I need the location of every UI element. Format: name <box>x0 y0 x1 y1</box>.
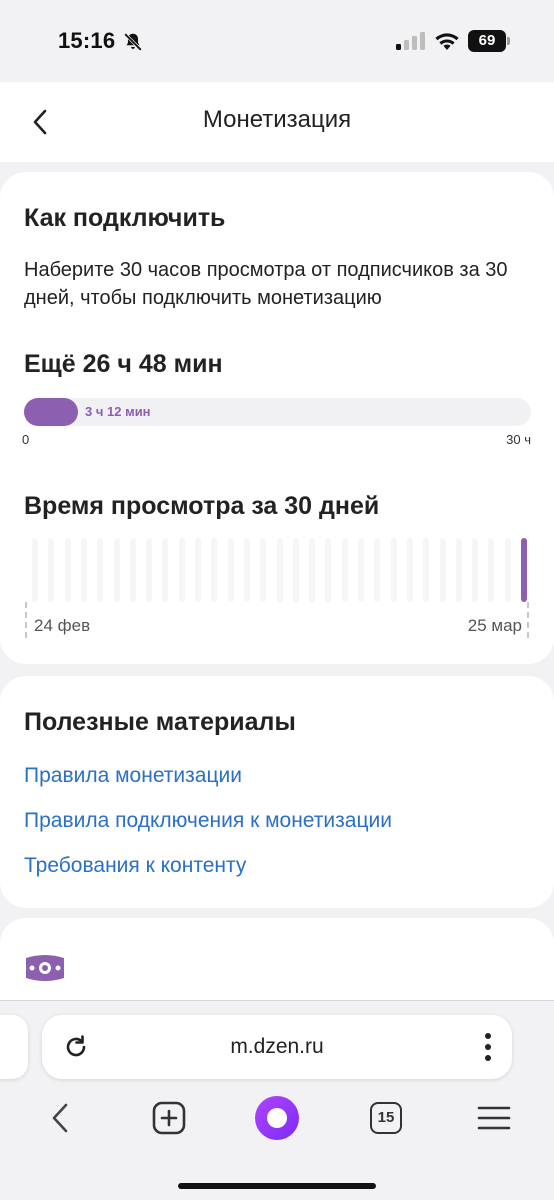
chart-bar-bg <box>407 538 413 602</box>
progress-min-label: 0 <box>22 432 30 447</box>
home-indicator <box>178 1183 376 1189</box>
tabs-icon: 15 <box>370 1102 402 1134</box>
alice-icon-center <box>267 1108 287 1128</box>
browser-back-button[interactable] <box>35 1093 85 1143</box>
chart-bar-bg <box>97 538 103 602</box>
signal-icon <box>396 32 425 50</box>
wifi-icon <box>435 33 459 50</box>
chart-bar-bg <box>293 538 299 602</box>
back-icon <box>52 1103 68 1133</box>
chart-title: Время просмотра за 30 дней <box>24 492 380 520</box>
status-bar: 15:16 69 <box>0 0 554 82</box>
status-time: 15:16 <box>58 28 116 53</box>
connect-title: Как подключить <box>24 204 226 232</box>
chart-bar-bg <box>472 538 478 602</box>
menu-icon <box>477 1106 511 1130</box>
chart-bar-bg <box>211 538 217 602</box>
battery-level: 69 <box>468 30 506 52</box>
chart-bar-bg <box>440 538 446 602</box>
page-title: Монетизация <box>202 106 352 133</box>
chart-bar-bg <box>130 538 136 602</box>
chart-bar-bg <box>505 538 511 602</box>
chart-bar-bg <box>325 538 331 602</box>
chart-bar-bg <box>195 538 201 602</box>
chart-bar-bg <box>48 538 54 602</box>
battery-tip <box>507 37 510 45</box>
chart-bar-bg <box>65 538 71 602</box>
remaining-time: Ещё 26 ч 48 мин <box>24 350 223 378</box>
page-header: Монетизация <box>0 82 554 162</box>
address-bar[interactable]: m.dzen.ru <box>42 1015 512 1079</box>
chart-bar-bg <box>228 538 234 602</box>
browser-nav: 15 <box>0 1093 554 1153</box>
url-text: m.dzen.ru <box>230 1035 324 1058</box>
bell-slash-icon <box>124 33 142 51</box>
new-tab-button[interactable] <box>144 1093 194 1143</box>
materials-card: Полезные материалы Правила монетизации П… <box>0 676 554 908</box>
more-options-icon[interactable] <box>484 1031 492 1063</box>
chart-bar-bg <box>488 538 494 602</box>
chart-bar-bg <box>162 538 168 602</box>
alice-button[interactable] <box>252 1093 302 1143</box>
progress-max-label: 30 ч <box>506 432 531 447</box>
browser-menu-button[interactable] <box>469 1093 519 1143</box>
alice-icon <box>255 1096 299 1140</box>
chart-bar-bg <box>374 538 380 602</box>
chart-bar-bg <box>358 538 364 602</box>
link-content-requirements[interactable]: Требования к контенту <box>24 854 246 878</box>
chart-bar-bg <box>114 538 120 602</box>
chart-bar <box>521 538 527 602</box>
watch-progress-bar: 3 ч 12 мин <box>24 398 531 426</box>
watch-progress-fill <box>24 398 78 426</box>
materials-title: Полезные материалы <box>24 708 296 736</box>
connect-card: Как подключить Наберите 30 часов просмот… <box>0 172 554 664</box>
chart-end-dash <box>527 602 529 638</box>
link-connection-rules[interactable]: Правила подключения к монетизации <box>24 809 392 833</box>
connect-description: Наберите 30 часов просмотра от подписчик… <box>24 259 508 309</box>
money-icon <box>26 955 64 981</box>
chart-bar-bg <box>32 538 38 602</box>
chart-bar-bg <box>277 538 283 602</box>
new-tab-icon <box>152 1101 186 1135</box>
chart-bar-bg <box>391 538 397 602</box>
chart-bar-bg <box>342 538 348 602</box>
chart-start-dash <box>25 602 27 638</box>
chart-bar-bg <box>179 538 185 602</box>
chart-bar-bg <box>81 538 87 602</box>
chart-bar-bg <box>423 538 429 602</box>
link-monetization-rules[interactable]: Правила монетизации <box>24 764 242 788</box>
chart-bar-bg <box>260 538 266 602</box>
watch-progress-label: 3 ч 12 мин <box>85 404 151 419</box>
chart-bar-bg <box>244 538 250 602</box>
browser-toolbar: m.dzen.ru 15 <box>0 1000 554 1200</box>
tabs-count: 15 <box>370 1102 402 1134</box>
previous-tab-preview[interactable] <box>0 1015 28 1079</box>
chart-bar-bg <box>309 538 315 602</box>
watch-time-chart: 24 фев 25 мар <box>24 538 532 638</box>
chart-x-start-label: 24 фев <box>34 616 91 635</box>
chart-bar-bg <box>456 538 462 602</box>
chart-x-end-label: 25 мар <box>467 616 522 635</box>
battery-icon: 69 <box>468 30 510 52</box>
chart-bar-bg <box>146 538 152 602</box>
tabs-button[interactable]: 15 <box>361 1093 411 1143</box>
